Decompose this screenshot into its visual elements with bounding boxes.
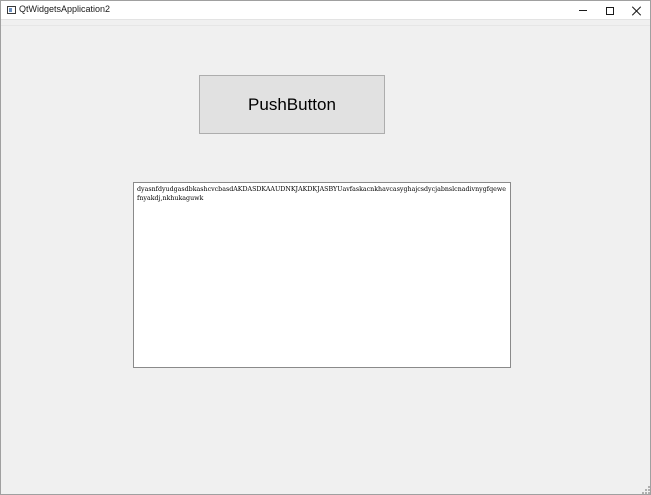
push-button[interactable]: PushButton bbox=[199, 75, 385, 134]
text-edit[interactable]: dyasnfdyudgasdbkashcvcbasdAKDASDKAAUDNKJ… bbox=[133, 182, 511, 368]
title-bar[interactable]: QtWidgetsApplication2 bbox=[1, 1, 650, 20]
main-window: QtWidgetsApplication2 PushButton dyasnfd… bbox=[0, 0, 651, 495]
menu-bar bbox=[1, 20, 650, 26]
minimize-button[interactable] bbox=[569, 1, 597, 20]
close-button[interactable] bbox=[623, 1, 651, 20]
maximize-button[interactable] bbox=[596, 1, 624, 20]
app-window-icon bbox=[7, 6, 16, 14]
window-title: QtWidgetsApplication2 bbox=[19, 4, 111, 14]
minimize-icon bbox=[579, 10, 587, 11]
size-grip-icon[interactable] bbox=[642, 486, 650, 494]
close-icon bbox=[632, 6, 642, 16]
maximize-icon bbox=[606, 6, 614, 15]
